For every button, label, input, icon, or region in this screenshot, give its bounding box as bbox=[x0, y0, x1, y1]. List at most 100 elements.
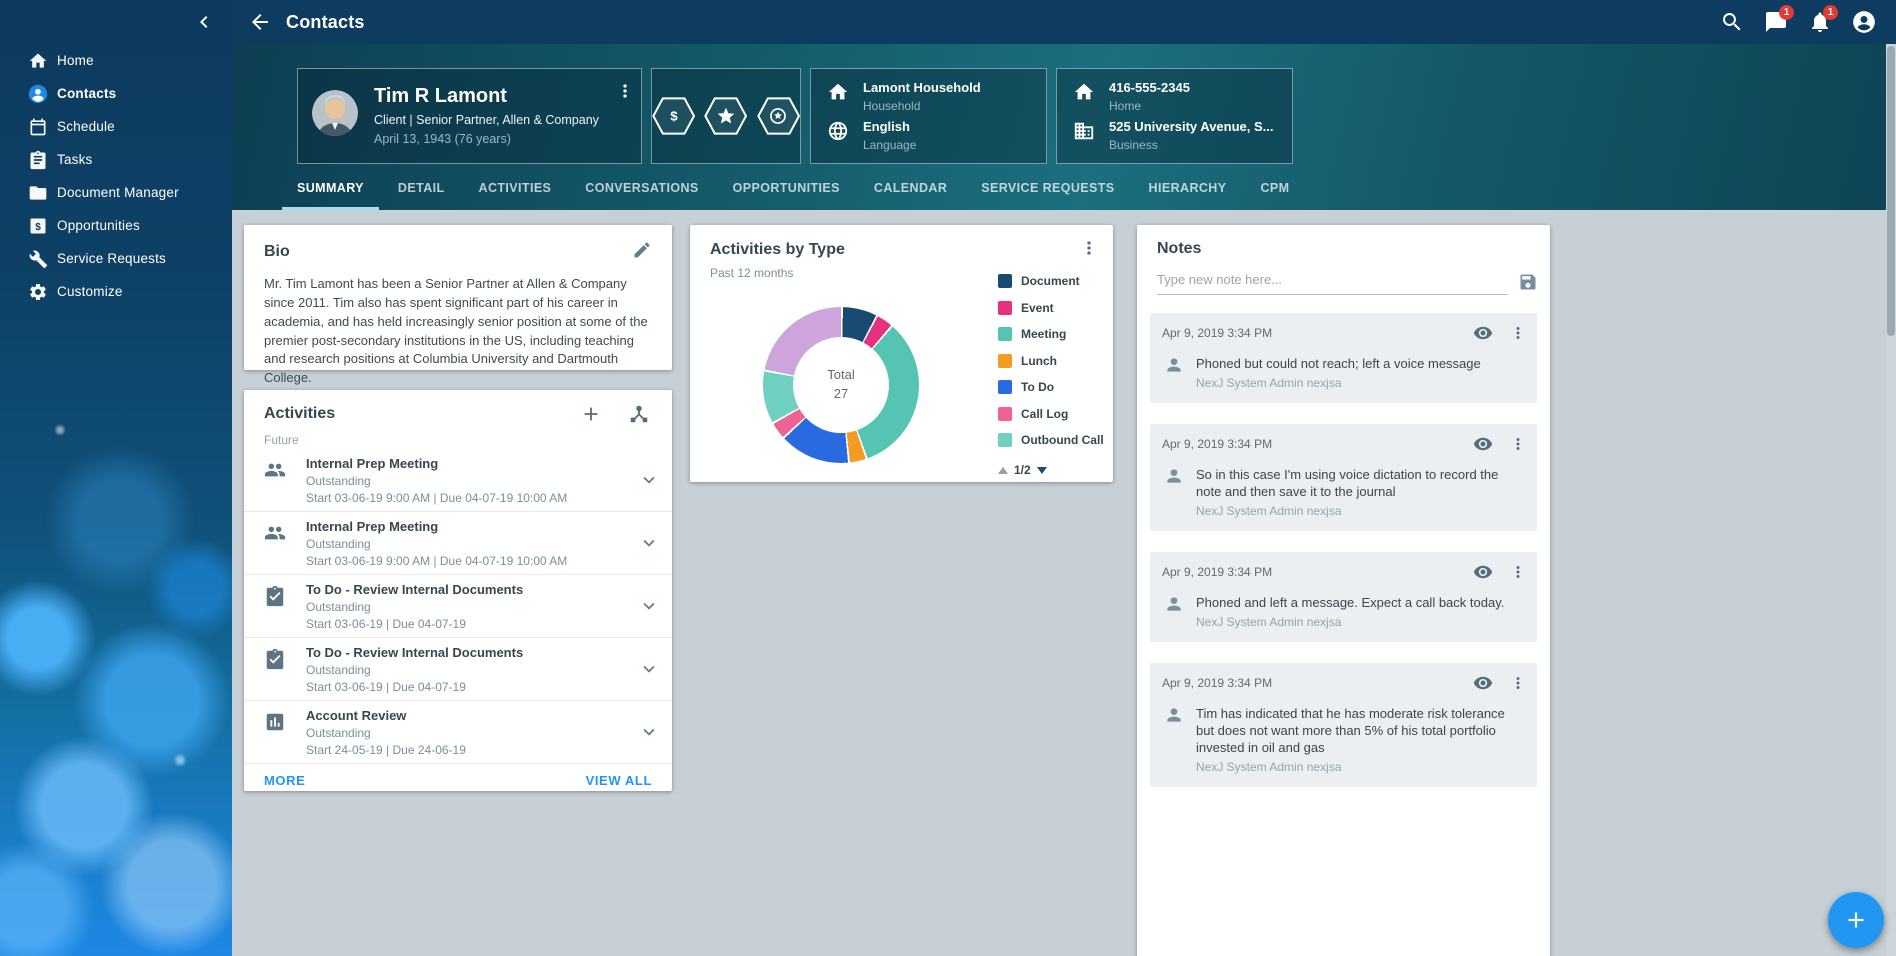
appbar-actions: 1 1 bbox=[1714, 4, 1882, 40]
home-icon bbox=[827, 81, 849, 103]
note-menu-button[interactable] bbox=[1509, 324, 1527, 342]
new-note-input[interactable] bbox=[1157, 268, 1508, 295]
legend-label: Outbound Call bbox=[1021, 433, 1104, 447]
legend-item: To Do bbox=[998, 380, 1104, 394]
badge-dollar[interactable]: $ bbox=[652, 96, 695, 136]
back-button[interactable] bbox=[242, 4, 278, 40]
tab-activities[interactable]: ACTIVITIES bbox=[462, 166, 569, 210]
pager-up-icon[interactable] bbox=[998, 467, 1008, 474]
sidebar-item-schedule[interactable]: Schedule bbox=[0, 110, 232, 143]
person-icon bbox=[1164, 705, 1184, 725]
activity-item[interactable]: To Do - Review Internal Documents Outsta… bbox=[244, 638, 672, 701]
legend-swatch bbox=[998, 354, 1012, 368]
activity-item[interactable]: Internal Prep Meeting Outstanding Start … bbox=[244, 449, 672, 512]
language-row[interactable]: English Language bbox=[827, 119, 1030, 152]
note-item: Apr 9, 2019 3:34 PM So in this case I'm … bbox=[1150, 424, 1537, 531]
add-activity-button[interactable] bbox=[580, 403, 602, 425]
activity-item[interactable]: To Do - Review Internal Documents Outsta… bbox=[244, 575, 672, 638]
back-arrow-icon bbox=[248, 10, 272, 34]
sidebar-item-document-manager[interactable]: Document Manager bbox=[0, 176, 232, 209]
svg-text:$: $ bbox=[670, 109, 678, 124]
pager-down-icon[interactable] bbox=[1037, 467, 1047, 474]
contact-menu-button[interactable] bbox=[613, 79, 637, 103]
tab-detail[interactable]: DETAIL bbox=[381, 166, 462, 210]
chevron-down-icon[interactable] bbox=[638, 658, 660, 680]
sidebar-item-service-requests[interactable]: Service Requests bbox=[0, 242, 232, 275]
add-button[interactable] bbox=[1828, 892, 1884, 948]
note-menu-button[interactable] bbox=[1509, 435, 1527, 453]
note-author: NexJ System Admin nexjsa bbox=[1196, 760, 1523, 774]
legend-label: To Do bbox=[1021, 380, 1054, 394]
edit-bio-button[interactable] bbox=[632, 240, 652, 263]
scrollbar-thumb[interactable] bbox=[1887, 46, 1895, 336]
sidebar-item-label: Document Manager bbox=[57, 185, 179, 200]
tab-conversations[interactable]: CONVERSATIONS bbox=[568, 166, 715, 210]
note-menu-button[interactable] bbox=[1509, 563, 1527, 581]
note-date: Apr 9, 2019 3:34 PM bbox=[1162, 437, 1457, 451]
sidebar-item-contacts[interactable]: Contacts bbox=[0, 77, 232, 110]
tab-opportunities[interactable]: OPPORTUNITIES bbox=[716, 166, 857, 210]
sidebar-collapse-button[interactable] bbox=[190, 8, 218, 36]
account-button[interactable] bbox=[1846, 4, 1882, 40]
activity-item[interactable]: Account Review Outstanding Start 24-05-1… bbox=[244, 701, 672, 764]
sidebar-item-home[interactable]: Home bbox=[0, 44, 232, 77]
note-text: Phoned but could not reach; left a voice… bbox=[1196, 355, 1481, 372]
notes-card: Notes Apr 9, 2019 3:34 PM Phoned but cou… bbox=[1137, 225, 1550, 956]
tab-service-requests[interactable]: SERVICE REQUESTS bbox=[964, 166, 1131, 210]
legend-label: Event bbox=[1021, 301, 1054, 315]
search-icon bbox=[1720, 10, 1744, 34]
note-visibility-button[interactable] bbox=[1473, 434, 1493, 454]
note-visibility-button[interactable] bbox=[1473, 673, 1493, 693]
sidebar-item-customize[interactable]: Customize bbox=[0, 275, 232, 308]
scrollbar bbox=[1886, 44, 1896, 956]
note-visibility-button[interactable] bbox=[1473, 562, 1493, 582]
activity-dates: Start 03-06-19 | Due 04-07-19 bbox=[306, 617, 638, 631]
activities-title: Activities bbox=[264, 405, 554, 423]
chevron-down-icon[interactable] bbox=[638, 469, 660, 491]
legend-item: Call Log bbox=[998, 407, 1104, 421]
more-button[interactable]: MORE bbox=[264, 773, 305, 788]
sidebar-item-label: Tasks bbox=[57, 152, 93, 167]
avatar[interactable] bbox=[312, 90, 358, 136]
household-row[interactable]: Lamont Household Household bbox=[827, 80, 1030, 113]
tab-cpm[interactable]: CPM bbox=[1243, 166, 1306, 210]
people-icon bbox=[264, 522, 286, 544]
dots-vertical-icon bbox=[1509, 435, 1527, 453]
activity-item[interactable]: Internal Prep Meeting Outstanding Start … bbox=[244, 512, 672, 575]
chart-menu-button[interactable] bbox=[1079, 238, 1099, 261]
activity-title: Account Review bbox=[306, 708, 638, 723]
note-date: Apr 9, 2019 3:34 PM bbox=[1162, 676, 1457, 690]
tab-summary[interactable]: SUMMARY bbox=[280, 166, 381, 210]
chevron-down-icon[interactable] bbox=[638, 595, 660, 617]
sidebar: Home Contacts Schedule Tasks Document Ma… bbox=[0, 0, 232, 956]
badge-seal[interactable] bbox=[757, 96, 800, 136]
badge-star[interactable] bbox=[704, 96, 747, 136]
activity-title: Internal Prep Meeting bbox=[306, 519, 638, 534]
sidebar-item-opportunities[interactable]: $ Opportunities bbox=[0, 209, 232, 242]
main-content: Bio Mr. Tim Lamont has been a Senior Par… bbox=[232, 210, 1896, 956]
activities-group-label: Future bbox=[244, 427, 672, 449]
note-visibility-button[interactable] bbox=[1473, 323, 1493, 343]
tab-hierarchy[interactable]: HIERARCHY bbox=[1132, 166, 1244, 210]
star-icon bbox=[716, 106, 736, 126]
contact-phone: 416-555-2345 bbox=[1109, 80, 1190, 95]
legend-swatch bbox=[998, 433, 1012, 447]
activity-title: To Do - Review Internal Documents bbox=[306, 582, 638, 597]
sidebar-item-tasks[interactable]: Tasks bbox=[0, 143, 232, 176]
note-item: Apr 9, 2019 3:34 PM Phoned but could not… bbox=[1150, 313, 1537, 403]
tab-calendar[interactable]: CALENDAR bbox=[857, 166, 964, 210]
search-button[interactable] bbox=[1714, 4, 1750, 40]
phone-row[interactable]: 416-555-2345 Home bbox=[1073, 80, 1276, 113]
contact-header: Tim R Lamont Client | Senior Partner, Al… bbox=[232, 44, 1896, 210]
calendar-icon bbox=[28, 117, 48, 137]
save-note-button[interactable] bbox=[1518, 272, 1538, 292]
chevron-down-icon[interactable] bbox=[638, 532, 660, 554]
notifications-button[interactable]: 1 bbox=[1802, 4, 1838, 40]
messages-button[interactable]: 1 bbox=[1758, 4, 1794, 40]
activity-dates: Start 03-06-19 | Due 04-07-19 bbox=[306, 680, 638, 694]
view-all-button[interactable]: VIEW ALL bbox=[586, 773, 652, 788]
note-menu-button[interactable] bbox=[1509, 674, 1527, 692]
chevron-down-icon[interactable] bbox=[638, 721, 660, 743]
activity-hierarchy-button[interactable] bbox=[628, 403, 650, 425]
address-row[interactable]: 525 University Avenue, S... Business bbox=[1073, 119, 1276, 152]
